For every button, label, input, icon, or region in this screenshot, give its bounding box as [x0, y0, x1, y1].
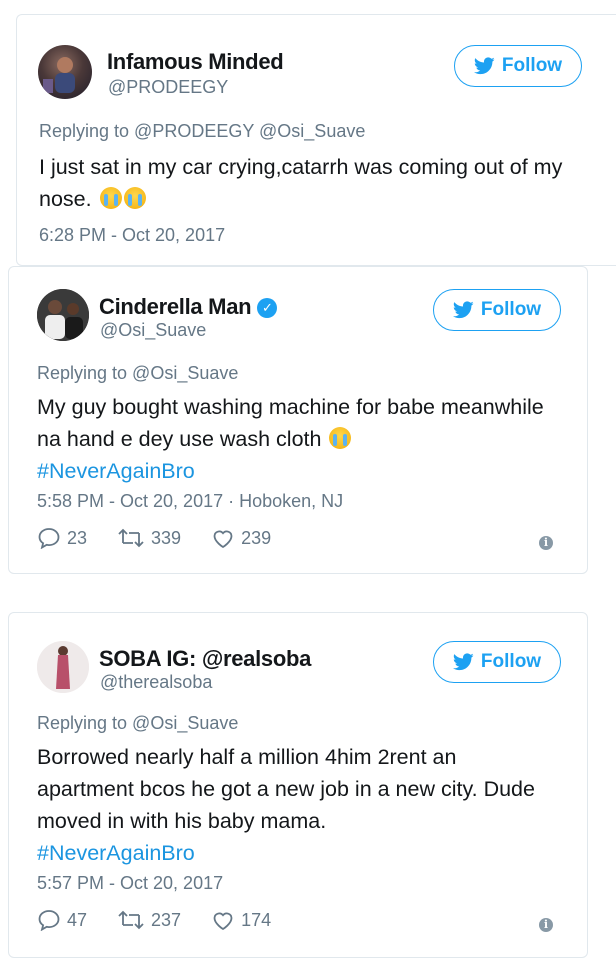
reply-count: 23	[67, 527, 88, 548]
follow-button[interactable]: Follow	[433, 289, 561, 331]
tweet-text: Borrowed nearly half a million 4him 2ren…	[37, 741, 537, 869]
avatar[interactable]	[37, 289, 89, 341]
avatar[interactable]	[37, 641, 89, 693]
tweet-timestamp[interactable]: 5:58 PM - Oct 20, 2017 · Hoboken, NJ	[37, 491, 343, 512]
twitter-bird-icon	[452, 301, 474, 319]
tweet-timestamp[interactable]: 6:28 PM - Oct 20, 2017	[39, 225, 225, 246]
follow-label: Follow	[480, 651, 542, 672]
user-handle[interactable]: @PRODEEGY	[108, 77, 228, 98]
avatar-photo	[37, 641, 89, 693]
display-name-text: Cinderella Man	[99, 294, 252, 319]
tweet-card: Cinderella Man ✓ @Osi_Suave Follow Replyi…	[8, 266, 588, 574]
follow-label: Follow	[480, 299, 542, 320]
user-handle[interactable]: @therealsoba	[100, 672, 212, 693]
reply-icon	[38, 528, 60, 549]
like-count: 239	[241, 527, 272, 548]
tweet-text: My guy bought washing machine for babe m…	[37, 391, 557, 487]
tweet-card: Infamous Minded @PRODEEGY Follow Replyin…	[16, 14, 616, 266]
retweet-action[interactable]: 237	[117, 909, 181, 931]
tweet-actions: 47 237 174	[37, 909, 301, 931]
display-name[interactable]: Cinderella Man ✓	[99, 294, 278, 320]
retweet-action[interactable]: 339	[117, 527, 181, 549]
reply-count: 47	[67, 909, 88, 930]
tweet-timestamp[interactable]: 5:57 PM - Oct 20, 2017	[37, 873, 223, 894]
replying-to[interactable]: Replying to @Osi_Suave	[37, 713, 238, 734]
avatar-photo	[43, 57, 75, 93]
tweet-text: I just sat in my car crying,catarrh was …	[39, 151, 599, 215]
tears-of-joy-icon	[329, 427, 352, 449]
retweet-count: 237	[151, 909, 182, 930]
tweet-actions: 23 339 239	[37, 527, 301, 549]
user-handle[interactable]: @Osi_Suave	[100, 320, 206, 341]
display-name[interactable]: SOBA IG: @realsoba	[99, 646, 311, 672]
like-count: 174	[241, 909, 272, 930]
verified-badge-icon: ✓	[257, 298, 278, 318]
hashtag-link[interactable]: #NeverAgainBro	[37, 837, 537, 869]
loudly-crying-face-icon	[99, 187, 122, 209]
info-icon[interactable]: i	[539, 918, 553, 932]
info-icon[interactable]: i	[539, 536, 553, 550]
follow-button[interactable]: Follow	[454, 45, 582, 87]
replying-to[interactable]: Replying to @Osi_Suave	[37, 363, 238, 384]
heart-icon	[213, 530, 233, 549]
display-name[interactable]: Infamous Minded	[107, 49, 284, 75]
loudly-crying-face-icon	[123, 187, 146, 209]
retweet-icon	[118, 910, 144, 930]
hashtag-link[interactable]: #NeverAgainBro	[37, 455, 557, 487]
retweet-count: 339	[151, 527, 182, 548]
tweet-text-content: Borrowed nearly half a million 4him 2ren…	[37, 745, 535, 833]
like-action[interactable]: 239	[211, 527, 271, 549]
twitter-bird-icon	[473, 57, 495, 75]
reply-action[interactable]: 47	[37, 909, 87, 931]
retweet-icon	[118, 528, 144, 548]
follow-button[interactable]: Follow	[433, 641, 561, 683]
avatar-photo	[37, 289, 89, 341]
tweet-text-content: My guy bought washing machine for babe m…	[37, 395, 544, 451]
like-action[interactable]: 174	[211, 909, 271, 931]
avatar[interactable]	[38, 45, 92, 99]
twitter-bird-icon	[452, 653, 474, 671]
follow-label: Follow	[501, 55, 563, 76]
tweet-card: SOBA IG: @realsoba @therealsoba Follow R…	[8, 612, 588, 958]
replying-to[interactable]: Replying to @PRODEEGY @Osi_Suave	[39, 121, 365, 142]
reply-action[interactable]: 23	[37, 527, 87, 549]
heart-icon	[213, 912, 233, 931]
reply-icon	[38, 910, 60, 931]
